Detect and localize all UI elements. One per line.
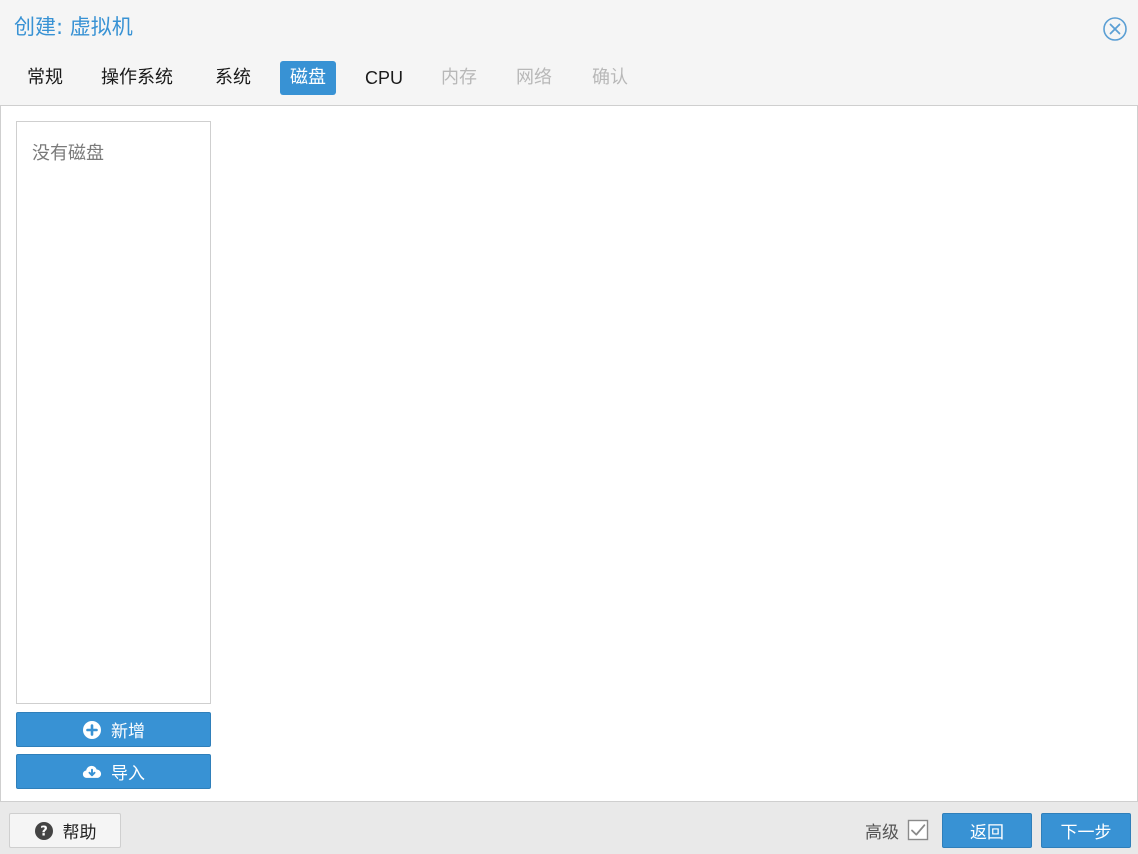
plus-circle-icon [83,720,101,739]
advanced-toggle: 高级 [865,816,929,844]
cloud-download-icon [82,765,102,778]
next-button[interactable]: 下一步 [1041,813,1131,848]
disk-list[interactable]: 没有磁盘 [16,121,211,704]
tab-os[interactable]: 操作系统 [91,61,183,95]
tab-disks[interactable]: 磁盘 [280,61,336,95]
tab-confirm: 确认 [592,67,628,88]
dialog-footer: ? 帮助 高级 返回 下一步 [0,802,1138,854]
advanced-label: 高级 [865,822,899,843]
dialog-title: 创建: 虚拟机 [14,15,133,39]
import-disk-label: 导入 [111,764,145,784]
tab-memory: 内存 [441,67,477,88]
import-disk-button[interactable]: 导入 [16,754,211,789]
checkbox-checked-icon [907,819,929,841]
dialog-title-bar: 创建: 虚拟机 [0,0,1138,56]
add-disk-label: 新增 [111,722,145,742]
tab-network: 网络 [516,67,552,88]
tab-general[interactable]: 常规 [17,61,73,95]
close-circle-icon [1103,17,1127,41]
close-button[interactable] [1102,16,1128,42]
create-vm-dialog: 创建: 虚拟机 常规 操作系统 系统 磁盘 CPU 内存 网络 确认 没有磁盘 … [0,0,1138,854]
add-disk-button[interactable]: 新增 [16,712,211,747]
wizard-tabs: 常规 操作系统 系统 磁盘 CPU 内存 网络 确认 [0,60,1138,96]
tab-cpu[interactable]: CPU [355,61,413,95]
back-button[interactable]: 返回 [942,813,1032,848]
disks-panel: 没有磁盘 新增 导入 [0,105,1138,802]
disk-list-empty-text: 没有磁盘 [32,143,104,164]
help-button[interactable]: ? 帮助 [9,813,121,848]
advanced-checkbox[interactable] [907,819,929,841]
question-circle-icon: ? [34,821,53,840]
help-label: 帮助 [62,823,97,843]
tab-system[interactable]: 系统 [205,61,261,95]
svg-text:?: ? [40,824,48,839]
